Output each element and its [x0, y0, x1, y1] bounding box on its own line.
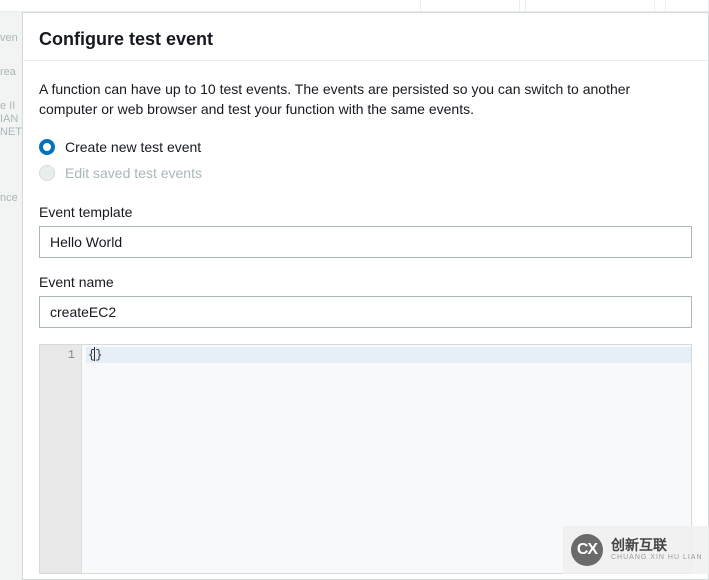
code-line: {} — [86, 347, 691, 363]
watermark-badge: CX 创新互联 CHUANG XIN HU LIAN — [563, 526, 709, 574]
event-name-input[interactable] — [39, 296, 692, 328]
gutter-line-number: 1 — [40, 347, 75, 363]
configure-test-event-modal: Configure test event A function can have… — [22, 12, 709, 580]
modal-header: Configure test event — [23, 13, 708, 61]
radio-edit-saved-test-events: Edit saved test events — [39, 160, 692, 186]
modal-body: A function can have up to 10 test events… — [23, 61, 708, 574]
code-gutter: 1 — [40, 345, 82, 573]
event-template-select[interactable] — [39, 226, 692, 258]
watermark-text: 创新互联 CHUANG XIN HU LIAN — [611, 538, 703, 561]
radio-create-new-test-event[interactable]: Create new test event — [39, 134, 692, 160]
radio-label: Edit saved test events — [65, 165, 202, 181]
event-template-field: Event template — [39, 204, 692, 258]
bg-top-bar — [0, 0, 709, 12]
radio-selected-icon — [39, 139, 55, 155]
text-cursor — [94, 347, 95, 361]
radio-label: Create new test event — [65, 139, 201, 155]
watermark-en: CHUANG XIN HU LIAN — [611, 554, 703, 562]
modal-description: A function can have up to 10 test events… — [39, 79, 692, 120]
watermark-logo-icon: CX — [571, 534, 603, 566]
event-name-field: Event name — [39, 274, 692, 328]
watermark-cn: 创新互联 — [611, 538, 703, 553]
radio-disabled-icon — [39, 165, 55, 181]
event-mode-radio-group: Create new test event Edit saved test ev… — [39, 134, 692, 186]
event-name-label: Event name — [39, 274, 692, 290]
modal-title: Configure test event — [39, 29, 692, 50]
event-template-label: Event template — [39, 204, 692, 220]
